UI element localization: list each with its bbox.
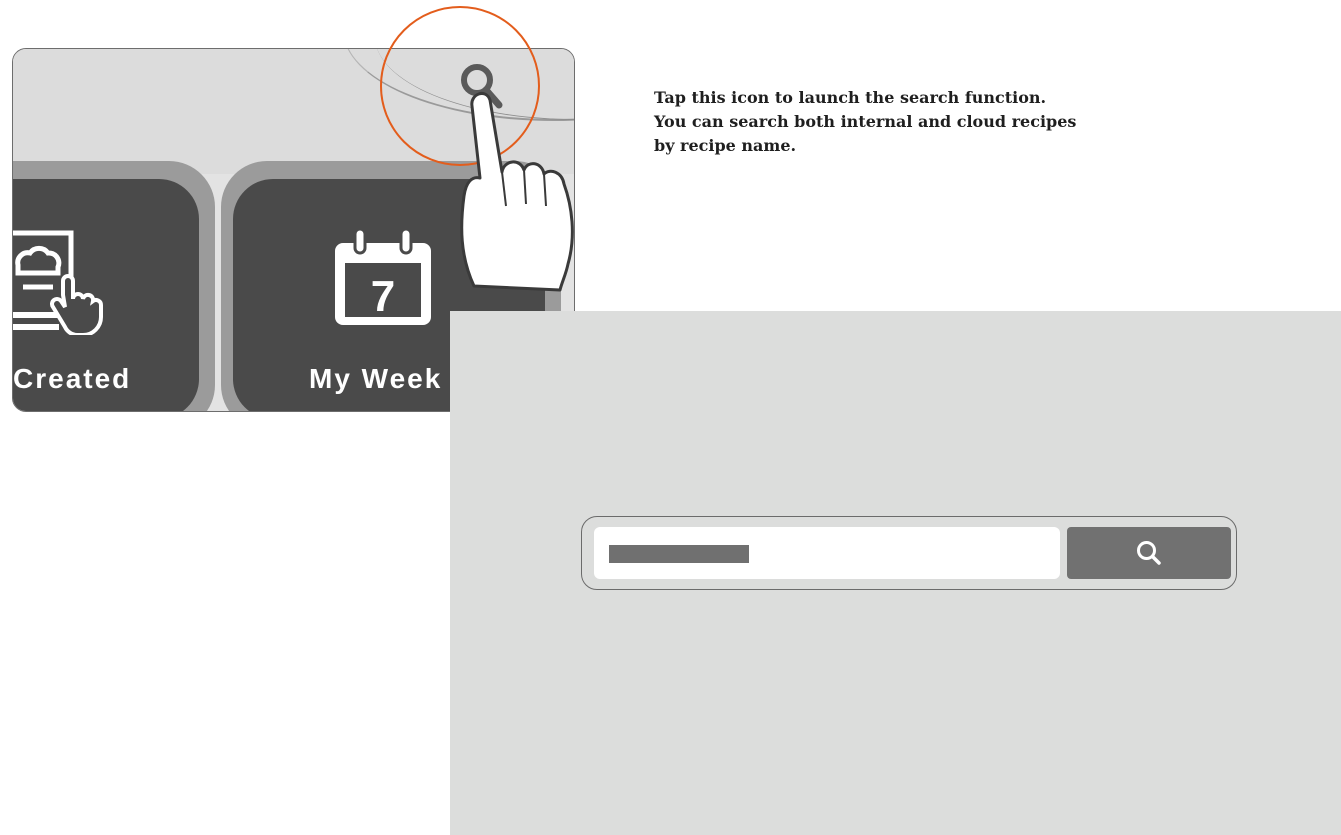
instruction-text: Tap this icon to launch the search funct… [654, 86, 1214, 158]
created-recipe-icon [13, 225, 103, 337]
tile-label-created: Created [13, 363, 132, 394]
instruction-line: You can search both internal and cloud r… [654, 112, 1077, 131]
pointing-hand-icon [450, 86, 586, 296]
calendar-icon: 7 [331, 227, 435, 329]
search-input[interactable] [594, 527, 1060, 579]
calendar-day: 7 [371, 272, 395, 321]
search-bar [581, 516, 1237, 590]
search-button[interactable] [1067, 527, 1231, 579]
search-panel [450, 311, 1341, 835]
tile-label-my-week: My Week [309, 363, 443, 394]
instruction-line: by recipe name. [654, 136, 797, 155]
instruction-line: Tap this icon to launch the search funct… [654, 88, 1047, 107]
search-icon [1137, 541, 1161, 565]
input-placeholder-bar [609, 545, 749, 563]
